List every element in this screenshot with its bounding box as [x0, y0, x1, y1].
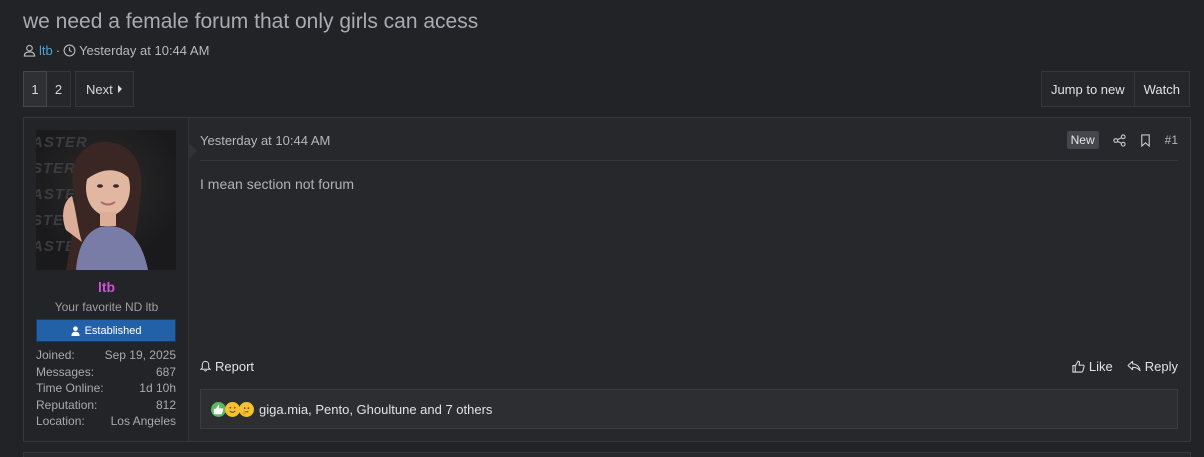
page-1-link[interactable]: 1: [23, 71, 47, 107]
stat-value[interactable]: Los Angeles: [111, 414, 176, 428]
report-label: Report: [215, 358, 255, 374]
share-icon[interactable]: [1113, 133, 1126, 147]
stat-value[interactable]: 687: [156, 365, 176, 379]
avatar-portrait: [63, 141, 148, 270]
stat-value: 1d 10h: [139, 381, 176, 396]
thread-title: we need a female forum that only girls c…: [23, 10, 479, 33]
like-label: Like: [1088, 358, 1113, 374]
stat-value: Sep 19, 2025: [104, 348, 176, 363]
thread-date[interactable]: Yesterday at 10:44 AM: [79, 43, 209, 58]
next-label: Next: [86, 81, 113, 97]
post-date[interactable]: Yesterday at 10:44 AM: [200, 130, 330, 148]
user-icon: [23, 44, 36, 57]
new-badge: New: [1066, 131, 1099, 149]
stat-label: Reputation:: [36, 397, 98, 412]
reply-button[interactable]: Reply: [1127, 359, 1178, 374]
stat-label: Messages:: [36, 364, 95, 379]
stat-joined: Joined: Sep 19, 2025: [36, 347, 176, 364]
post-number-link[interactable]: #1: [1165, 133, 1178, 147]
reply-icon: [1127, 360, 1141, 372]
stat-messages: Messages: 687: [36, 364, 176, 381]
reaction-icons: [211, 401, 254, 417]
thread-author-link[interactable]: ltb: [39, 43, 53, 58]
stat-reputation: Reputation: 812: [36, 397, 176, 414]
page-2-link[interactable]: 2: [47, 71, 71, 107]
like-button[interactable]: Like: [1072, 359, 1113, 374]
stat-location: Location: Los Angeles: [36, 413, 176, 430]
post: ASTER STER ASTER STER ASTER ltb Your fav…: [23, 117, 1191, 442]
stat-time-online: Time Online: 1d 10h: [36, 380, 176, 397]
user-banner: Established: [36, 319, 176, 342]
post-footer: Report Like Reply: [200, 356, 1178, 376]
stat-label: Location:: [36, 414, 85, 429]
pagination: 1 2 Next: [23, 71, 134, 107]
bell-icon: [200, 360, 211, 372]
post-message-cell: Yesterday at 10:44 AM New #1 I mean sect…: [189, 118, 1190, 441]
next-page-button[interactable]: Next: [75, 71, 134, 107]
page-numbers: 1 2: [23, 71, 71, 107]
post-body: I mean section not forum: [200, 176, 355, 192]
reactions-bar[interactable]: giga.mia, Pento, Ghoultune and 7 others: [200, 389, 1178, 429]
post-user-cell: ASTER STER ASTER STER ASTER ltb Your fav…: [24, 118, 197, 441]
thinking-reaction-icon: [239, 401, 254, 417]
next-post-edge: [23, 452, 1191, 457]
post-header: Yesterday at 10:44 AM New #1: [200, 130, 1178, 161]
like-reaction-icon: [211, 401, 226, 417]
caret-right-icon: [117, 85, 123, 93]
meta-separator: ·: [55, 43, 61, 58]
post-tools: New #1: [1066, 130, 1178, 149]
clock-icon: [63, 44, 76, 57]
banner-label: Established: [84, 324, 142, 337]
post-username[interactable]: ltb: [24, 279, 189, 295]
watch-button[interactable]: Watch: [1134, 71, 1190, 107]
thread-meta: ltb · Yesterday at 10:44 AM: [23, 43, 209, 58]
thread-actions: Jump to new Watch: [1040, 71, 1190, 107]
user-icon: [71, 325, 80, 336]
post-actions: Like Reply: [1072, 359, 1178, 374]
reply-label: Reply: [1144, 358, 1178, 374]
user-title: Your favorite ND ltb: [54, 300, 159, 314]
stat-value: 812: [155, 397, 176, 412]
avatar[interactable]: ASTER STER ASTER STER ASTER: [36, 130, 176, 270]
thumbs-up-icon: [1072, 360, 1085, 373]
stat-label: Time Online:: [36, 381, 104, 396]
report-button[interactable]: Report: [200, 359, 254, 374]
user-stats: Joined: Sep 19, 2025 Messages: 687 Time …: [36, 347, 176, 430]
reaction-users[interactable]: giga.mia, Pento, Ghoultune and 7 others: [259, 402, 492, 417]
stat-label: Joined:: [36, 348, 75, 363]
love-reaction-icon: [225, 401, 240, 417]
jump-to-new-button[interactable]: Jump to new: [1040, 71, 1135, 107]
bookmark-icon[interactable]: [1140, 133, 1151, 147]
